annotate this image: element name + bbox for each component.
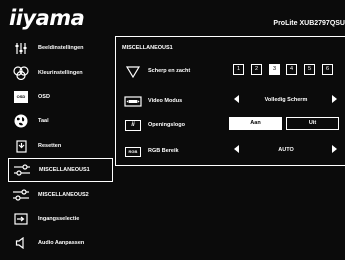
video-mode-prev-arrow[interactable] [234,95,239,103]
model-name: ProLite XUB2797QSU [273,20,345,27]
reset-icon [12,139,30,153]
screen-fill-icon [124,95,142,108]
sidebar-item-label: OSD [38,93,50,100]
sidebar-menu: Beeldinstellingen Kleurinstellingen OSD … [8,36,113,256]
sharpness-label: Scherp en zacht [148,68,191,74]
video-mode-value: Volledig Scherm [264,97,308,103]
sidebar-item-label: Ingangsselectie [38,215,80,222]
sharpness-row: Scherp en zacht 1 2 3 4 5 6 [116,63,345,81]
rgb-range-row: RGB RGB Bereik AUTO [116,143,345,161]
brand-logo: iiyama [9,6,85,30]
sidebar-item-osd[interactable]: OSD OSD [8,85,113,109]
osd-icon: OSD [12,90,30,104]
sharpness-option-2[interactable]: 2 [251,64,262,75]
rgb-range-value: AUTO [278,147,294,153]
speaker-icon [12,236,30,250]
video-mode-label: Video Modus [148,98,183,104]
osd-icon-text: OSD [14,90,28,103]
sliders-icon [13,163,31,177]
triangle-down-icon [124,65,142,78]
sidebar-item-label: MISCELLANEOUS2 [38,191,89,198]
sharpness-option-3[interactable]: 3 [269,64,280,75]
rgb-range-next-arrow[interactable] [332,145,337,153]
rgb-range-label: RGB Bereik [148,148,179,154]
sharpness-option-1[interactable]: 1 [233,64,244,75]
logo-icon: ii [124,119,142,132]
sidebar-item-label: Audio Aanpassen [38,240,85,247]
sidebar-item-resetten[interactable]: Resetten [8,134,113,158]
sidebar-item-taal[interactable]: Taal [8,109,113,133]
sidebar-item-label: Resetten [38,142,62,149]
opening-logo-label: Openingslogo [148,122,185,128]
input-select-icon [12,212,30,226]
sidebar-item-label: MISCELLANEOUS1 [39,167,90,174]
logo-icon-text: ii [125,120,141,131]
sidebar-item-label: Kleurinstellingen [38,69,83,76]
sidebar-item-label: Beeldinstellingen [38,45,84,52]
sidebar-item-beeldinstellingen[interactable]: Beeldinstellingen [8,36,113,60]
sharpness-option-6[interactable]: 6 [322,64,333,75]
sidebar-item-kleurinstellingen[interactable]: Kleurinstellingen [8,60,113,84]
opening-logo-off-button[interactable]: Uit [286,117,339,130]
rgb-icon-text: RGB [125,146,141,157]
opening-logo-row: ii Openingslogo Aan Uit [116,117,345,135]
rgb-icon: RGB [124,145,142,158]
sliders-icon [12,188,30,202]
sidebar-item-audio-aanpassen[interactable]: Audio Aanpassen [8,231,113,255]
video-mode-row: Video Modus Volledig Scherm [116,93,345,111]
sidebar-item-ingangsselectie[interactable]: Ingangsselectie [8,207,113,231]
opening-logo-on-button[interactable]: Aan [229,117,282,130]
sharpness-option-4[interactable]: 4 [286,64,297,75]
panel-title: MISCELLANEOUS1 [122,45,173,51]
globe-icon [12,114,30,128]
sidebar-item-miscellaneous2[interactable]: MISCELLANEOUS2 [8,182,113,206]
settings-panel: MISCELLANEOUS1 Scherp en zacht 1 2 3 4 5… [115,36,345,166]
sidebar-item-label: Taal [38,118,49,125]
sharpness-option-5[interactable]: 5 [304,64,315,75]
osd-menu: iiyama ProLite XUB2797QSU Beeldinstellin… [0,0,345,260]
osd-header: iiyama ProLite XUB2797QSU [0,0,345,34]
color-settings-icon [12,65,30,80]
video-mode-next-arrow[interactable] [332,95,337,103]
rgb-range-prev-arrow[interactable] [234,145,239,153]
sidebar-item-miscellaneous1[interactable]: MISCELLANEOUS1 [8,157,113,183]
display-settings-icon [12,41,30,55]
